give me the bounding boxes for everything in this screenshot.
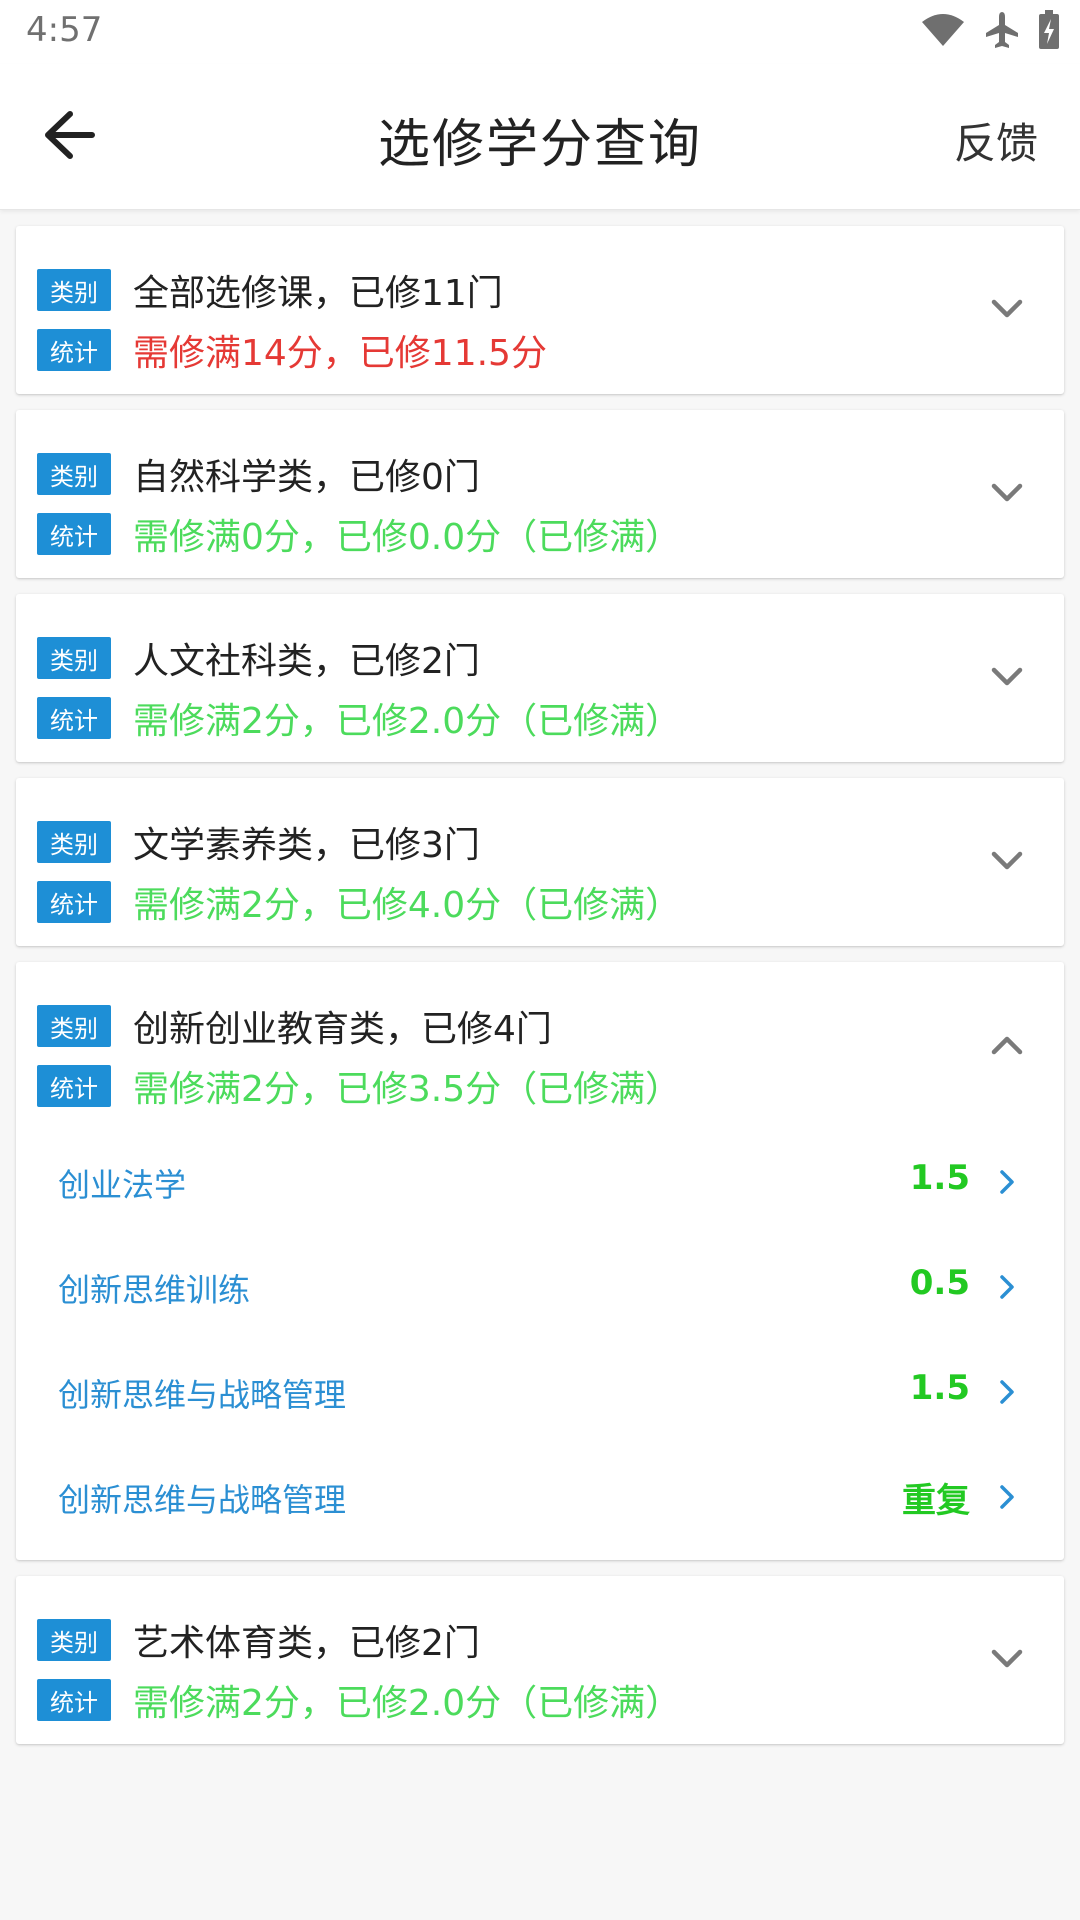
course-credit: 1.5 xyxy=(909,1368,970,1408)
chevron-right-icon xyxy=(996,1479,1020,1515)
battery-charging-icon xyxy=(1038,10,1060,54)
category-header[interactable]: 类别 人文社科类，已修2门 统计 需修满2分，已修2.0分（已修满） xyxy=(16,594,1064,762)
category-card: 类别 文学素养类，已修3门 统计 需修满2分，已修4.0分（已修满） xyxy=(16,778,1064,946)
type-tag: 类别 xyxy=(37,269,111,311)
feedback-button[interactable]: 反馈 xyxy=(954,110,1038,171)
type-tag: 类别 xyxy=(37,821,111,863)
category-row: 类别 人文社科类，已修2门 xyxy=(37,632,480,684)
stat-text: 需修满14分，已修11.5分 xyxy=(133,333,547,374)
stat-row: 统计 需修满2分，已修3.5分（已修满） xyxy=(37,1060,681,1112)
category-header[interactable]: 类别 全部选修课，已修11门 统计 需修满14分，已修11.5分 xyxy=(16,226,1064,394)
category-card: 类别 自然科学类，已修0门 统计 需修满0分，已修0.0分（已修满） xyxy=(16,410,1064,578)
chevron-right-icon xyxy=(996,1374,1020,1410)
category-header[interactable]: 类别 自然科学类，已修0门 统计 需修满0分，已修0.0分（已修满） xyxy=(16,410,1064,578)
category-title: 文学素养类，已修3门 xyxy=(133,825,480,866)
category-header[interactable]: 类别 艺术体育类，已修2门 统计 需修满2分，已修2.0分（已修满） xyxy=(16,1576,1064,1744)
category-title: 自然科学类，已修0门 xyxy=(133,457,480,498)
course-item[interactable]: 创新思维训练 0.5 xyxy=(16,1235,1064,1340)
category-row: 类别 创新创业教育类，已修4门 xyxy=(37,1000,552,1052)
chevron-down-icon[interactable] xyxy=(982,468,1032,518)
stat-text: 需修满2分，已修2.0分（已修满） xyxy=(133,701,682,742)
stat-tag: 统计 xyxy=(37,1065,111,1107)
category-row: 类别 文学素养类，已修3门 xyxy=(37,816,480,868)
category-card-expanded: 类别 创新创业教育类，已修4门 统计 需修满2分，已修3.5分（已修满） 创业法… xyxy=(16,962,1064,1560)
chevron-right-icon xyxy=(996,1269,1020,1305)
chevron-down-icon[interactable] xyxy=(982,836,1032,886)
page-title: 选修学分查询 xyxy=(377,115,702,175)
type-tag: 类别 xyxy=(37,637,111,679)
category-title: 全部选修课，已修11门 xyxy=(133,273,503,314)
course-name: 创新思维与战略管理 xyxy=(58,1481,347,1519)
course-item[interactable]: 创新思维与战略管理 重复 xyxy=(16,1445,1064,1550)
category-card: 类别 人文社科类，已修2门 统计 需修满2分，已修2.0分（已修满） xyxy=(16,594,1064,762)
stat-row: 统计 需修满0分，已修0.0分（已修满） xyxy=(37,508,681,560)
stat-tag: 统计 xyxy=(37,881,111,923)
chevron-up-icon[interactable] xyxy=(982,1020,1032,1070)
stat-text: 需修满2分，已修3.5分（已修满） xyxy=(133,1069,682,1110)
stat-row: 统计 需修满2分，已修2.0分（已修满） xyxy=(37,1674,681,1726)
chevron-down-icon[interactable] xyxy=(982,1634,1032,1684)
chevron-down-icon[interactable] xyxy=(982,284,1032,334)
course-list: 创业法学 1.5 创新思维训练 0.5 创新思维与战略管理 1.5 创新思维与战… xyxy=(16,1130,1064,1560)
stat-text: 需修满2分，已修4.0分（已修满） xyxy=(133,885,682,926)
category-row: 类别 艺术体育类，已修2门 xyxy=(37,1614,480,1666)
course-credit: 1.5 xyxy=(909,1158,970,1198)
stat-tag: 统计 xyxy=(37,1679,111,1721)
status-bar: 4:57 xyxy=(0,0,1080,64)
stat-tag: 统计 xyxy=(37,697,111,739)
category-card: 类别 艺术体育类，已修2门 统计 需修满2分，已修2.0分（已修满） xyxy=(16,1576,1064,1744)
stat-tag: 统计 xyxy=(37,513,111,555)
airplane-icon xyxy=(984,10,1020,54)
course-name: 创新思维与战略管理 xyxy=(58,1376,347,1414)
status-time: 4:57 xyxy=(26,10,103,50)
course-credit: 0.5 xyxy=(909,1263,970,1303)
stat-row: 统计 需修满14分，已修11.5分 xyxy=(37,324,547,376)
category-row: 类别 自然科学类，已修0门 xyxy=(37,448,480,500)
wifi-icon xyxy=(920,12,966,52)
category-title: 创新创业教育类，已修4门 xyxy=(133,1009,552,1050)
category-title: 人文社科类，已修2门 xyxy=(133,641,480,682)
category-title: 艺术体育类，已修2门 xyxy=(133,1623,480,1664)
type-tag: 类别 xyxy=(37,1619,111,1661)
status-icons xyxy=(920,10,1060,54)
stat-tag: 统计 xyxy=(37,329,111,371)
course-name: 创业法学 xyxy=(58,1166,187,1204)
type-tag: 类别 xyxy=(37,453,111,495)
stat-text: 需修满2分，已修2.0分（已修满） xyxy=(133,1683,682,1724)
stat-text: 需修满0分，已修0.0分（已修满） xyxy=(133,517,682,558)
course-item[interactable]: 创业法学 1.5 xyxy=(16,1130,1064,1235)
category-card: 类别 全部选修课，已修11门 统计 需修满14分，已修11.5分 xyxy=(16,226,1064,394)
category-list: 类别 全部选修课，已修11门 统计 需修满14分，已修11.5分 类别 自然科学… xyxy=(16,226,1064,1760)
app-bar: 选修学分查询 反馈 xyxy=(0,64,1080,210)
stat-row: 统计 需修满2分，已修4.0分（已修满） xyxy=(37,876,681,928)
category-header[interactable]: 类别 创新创业教育类，已修4门 统计 需修满2分，已修3.5分（已修满） xyxy=(16,962,1064,1130)
course-name: 创新思维训练 xyxy=(58,1271,251,1309)
course-item[interactable]: 创新思维与战略管理 1.5 xyxy=(16,1340,1064,1445)
stat-row: 统计 需修满2分，已修2.0分（已修满） xyxy=(37,692,681,744)
category-header[interactable]: 类别 文学素养类，已修3门 统计 需修满2分，已修4.0分（已修满） xyxy=(16,778,1064,946)
type-tag: 类别 xyxy=(37,1005,111,1047)
chevron-down-icon[interactable] xyxy=(982,652,1032,702)
course-credit: 重复 xyxy=(902,1481,970,1521)
category-row: 类别 全部选修课，已修11门 xyxy=(37,264,503,316)
chevron-right-icon xyxy=(996,1164,1020,1200)
